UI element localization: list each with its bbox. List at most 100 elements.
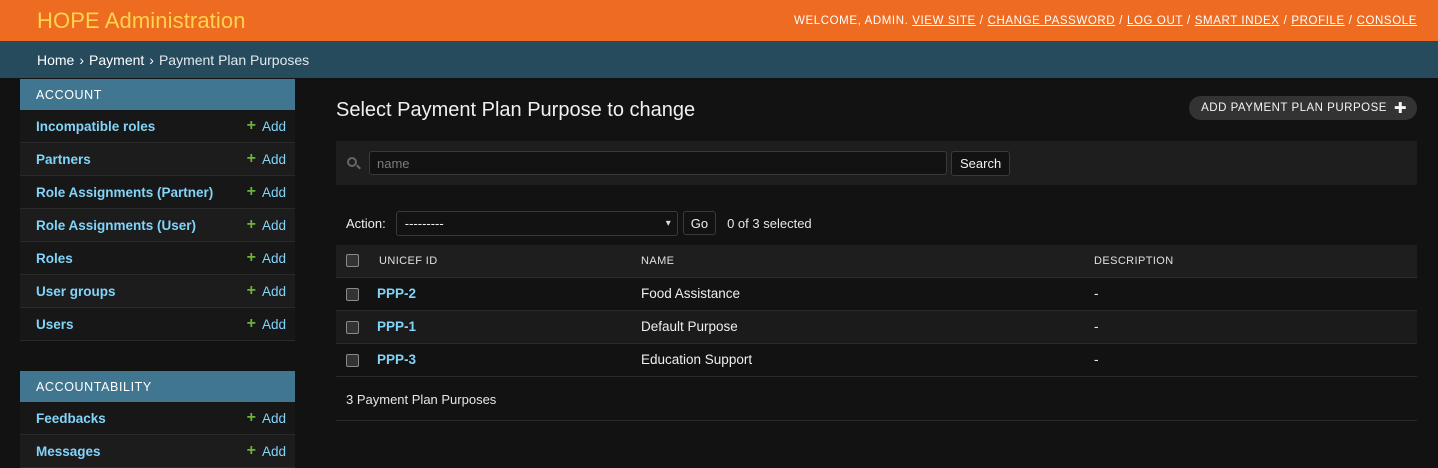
sidebar-item-roles: Roles + Add: [20, 242, 295, 275]
add-link[interactable]: + Add: [247, 316, 286, 332]
add-link[interactable]: + Add: [247, 151, 286, 167]
plus-icon: +: [246, 442, 256, 459]
description-cell: -: [1089, 277, 1417, 311]
module-caption[interactable]: ACCOUNT: [20, 79, 295, 110]
breadcrumb-current: Payment Plan Purposes: [158, 51, 310, 68]
breadcrumb-separator: ›: [149, 51, 154, 68]
search-toolbar: Search: [336, 141, 1417, 185]
action-select[interactable]: --------- ▾: [395, 210, 678, 236]
action-select-value: ---------: [404, 215, 444, 231]
chevron-down-icon: ▾: [665, 217, 671, 229]
sidebar-item-role-assignments-user: Role Assignments (User) + Add: [20, 209, 295, 242]
add-label: Add: [261, 184, 286, 200]
sidebar-item-users: Users + Add: [20, 308, 295, 341]
add-payment-plan-purpose-button[interactable]: ADD PAYMENT PLAN PURPOSE ✚: [1189, 96, 1417, 120]
go-button[interactable]: Go: [682, 211, 717, 235]
unicef-id-cell: PPP-3: [373, 343, 637, 377]
add-label: Add: [261, 118, 286, 134]
row-checkbox-cell: [336, 277, 373, 311]
page-title: Select Payment Plan Purpose to change: [336, 99, 696, 121]
add-label: Add: [261, 316, 286, 332]
row-checkbox[interactable]: [346, 320, 359, 334]
welcome-text: WELCOME,: [793, 14, 862, 27]
search-input[interactable]: [369, 151, 947, 175]
row-checkbox[interactable]: [346, 287, 359, 301]
sidebar-item-partners: Partners + Add: [20, 143, 295, 176]
unicef-id-cell: PPP-1: [373, 310, 637, 344]
add-link[interactable]: + Add: [247, 217, 286, 233]
unicef-id-link[interactable]: PPP-3: [377, 352, 416, 367]
table-row: PPP-3 Education Support -: [336, 343, 1417, 377]
action-label: Action:: [346, 215, 386, 231]
description-cell: -: [1089, 343, 1417, 377]
breadcrumb: Home › Payment › Payment Plan Purposes: [0, 41, 1438, 78]
add-label: Add: [261, 283, 286, 299]
sidebar-item-role-assignments-partner: Role Assignments (Partner) + Add: [20, 176, 295, 209]
breadcrumb-separator: ›: [79, 51, 85, 68]
breadcrumb-home[interactable]: Home: [37, 52, 74, 68]
user-tools: WELCOME, ADMIN. VIEW SITE / CHANGE PASSWOR…: [793, 14, 1417, 27]
add-link[interactable]: + Add: [247, 118, 286, 134]
console-link[interactable]: CONSOLE: [1357, 15, 1417, 27]
search-button[interactable]: Search: [951, 150, 1011, 176]
model-link[interactable]: Incompatible roles: [36, 119, 155, 134]
model-link[interactable]: Role Assignments (User): [36, 218, 196, 233]
add-button-label: ADD PAYMENT PLAN PURPOSE: [1201, 102, 1387, 114]
row-checkbox[interactable]: [346, 353, 359, 367]
action-counter: 0 of 3 selected: [727, 215, 812, 231]
add-link[interactable]: + Add: [247, 283, 286, 299]
table-header-row: UNICEF ID NAME DESCRIPTION: [336, 245, 1417, 278]
select-all-checkbox[interactable]: [346, 254, 359, 268]
module-rows: Feedbacks + Add Messages + Add: [20, 402, 295, 468]
model-link[interactable]: Role Assignments (Partner): [36, 185, 213, 200]
select-all-cell: [336, 245, 373, 278]
add-link[interactable]: + Add: [247, 184, 286, 200]
add-label: Add: [261, 250, 286, 266]
change-password-link[interactable]: CHANGE PASSWORD: [988, 15, 1116, 27]
unicef-id-link[interactable]: PPP-1: [377, 319, 416, 334]
column-header-name[interactable]: NAME: [637, 245, 1089, 278]
model-link[interactable]: Feedbacks: [36, 411, 106, 426]
log-out-link[interactable]: LOG OUT: [1127, 15, 1183, 27]
plus-icon: +: [246, 282, 256, 299]
site-branding[interactable]: HOPE Administration: [37, 8, 246, 34]
plus-icon: +: [246, 315, 256, 332]
add-link[interactable]: + Add: [247, 410, 286, 426]
row-checkbox-cell: [336, 343, 373, 377]
results-table: UNICEF ID NAME DESCRIPTION PPP-2 Food As…: [336, 245, 1417, 377]
add-label: Add: [261, 410, 286, 426]
column-header-description[interactable]: DESCRIPTION: [1089, 245, 1417, 278]
actions-bar: Action: --------- ▾ Go 0 of 3 selected: [336, 210, 812, 236]
row-checkbox-cell: [336, 310, 373, 344]
sidebar-item-user-groups: User groups + Add: [20, 275, 295, 308]
model-link[interactable]: Messages: [36, 444, 101, 459]
add-label: Add: [261, 443, 286, 459]
model-link[interactable]: Users: [36, 317, 74, 332]
name-cell: Default Purpose: [637, 310, 1089, 344]
table-row: PPP-2 Food Assistance -: [336, 277, 1417, 311]
view-site-link[interactable]: VIEW SITE: [912, 15, 976, 27]
sidebar-item-incompatible-roles: Incompatible roles + Add: [20, 110, 295, 143]
module-accountability: ACCOUNTABILITY Feedbacks + Add Messages +…: [20, 371, 295, 468]
module-spacer: [20, 341, 295, 371]
column-header-unicef-id[interactable]: UNICEF ID: [373, 245, 637, 278]
add-link[interactable]: + Add: [247, 250, 286, 266]
unicef-id-link[interactable]: PPP-2: [377, 286, 416, 301]
plus-icon: +: [246, 117, 256, 134]
profile-link[interactable]: PROFILE: [1291, 15, 1344, 27]
plus-icon: ✚: [1393, 100, 1407, 117]
sidebar-nav: ACCOUNT Incompatible roles + Add Partners…: [20, 79, 295, 468]
header: HOPE Administration WELCOME, ADMIN. VIEW…: [0, 0, 1438, 41]
model-link[interactable]: User groups: [36, 284, 116, 299]
smart-index-link[interactable]: SMART INDEX: [1195, 15, 1280, 27]
add-link[interactable]: + Add: [247, 443, 286, 459]
model-link[interactable]: Partners: [36, 152, 91, 167]
add-label: Add: [261, 217, 286, 233]
breadcrumb-payment[interactable]: Payment: [89, 52, 144, 68]
model-link[interactable]: Roles: [36, 251, 73, 266]
module-caption[interactable]: ACCOUNTABILITY: [20, 371, 295, 402]
username: ADMIN.: [864, 14, 909, 27]
unicef-id-cell: PPP-2: [373, 277, 637, 311]
description-cell: -: [1089, 310, 1417, 344]
plus-icon: +: [246, 150, 256, 167]
